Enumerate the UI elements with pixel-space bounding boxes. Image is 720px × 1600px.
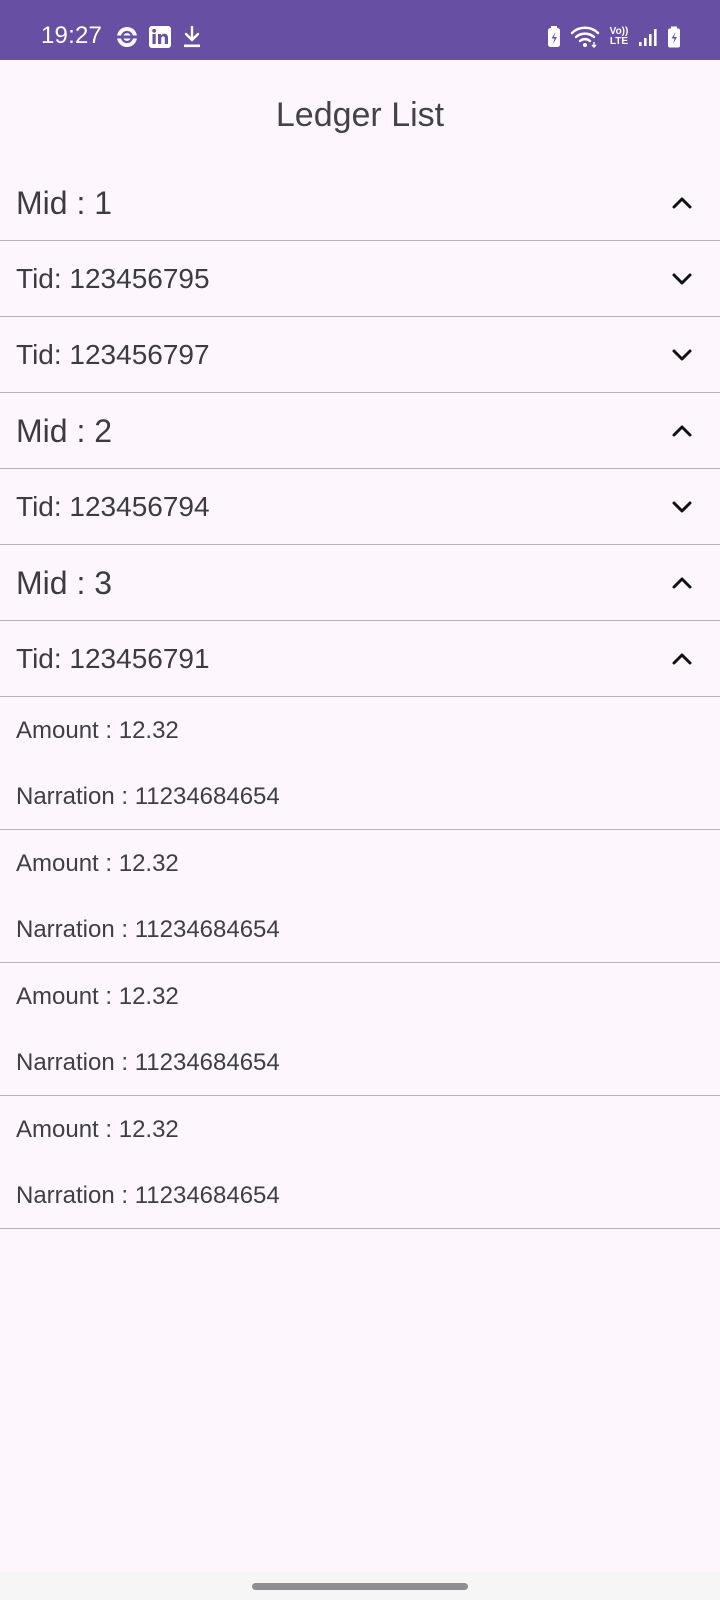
- entry-amount: Amount : 12.32: [16, 717, 179, 744]
- entry-narration: Narration : 11234684654: [16, 1182, 280, 1209]
- page-title: Ledger List: [275, 96, 445, 134]
- ledger-entry: Amount : 12.32 Narration : 11234684654: [0, 1096, 720, 1229]
- entry-amount: Amount : 12.32: [16, 850, 179, 877]
- wifi-icon: [570, 26, 600, 48]
- sync-icon: [117, 27, 137, 47]
- tid-label: Tid: 123456791: [16, 643, 210, 674]
- status-right-icons: Vo)) LTE: [546, 24, 682, 50]
- entry-narration: Narration : 11234684654: [16, 1049, 280, 1076]
- chevron-up-icon[interactable]: [668, 569, 696, 597]
- chevron-up-icon[interactable]: [668, 189, 696, 217]
- battery-saver-icon: [548, 26, 560, 47]
- chevron-up-icon[interactable]: [668, 645, 696, 673]
- ledger-entry: Amount : 12.32 Narration : 11234684654: [0, 963, 720, 1096]
- signal-icon: [639, 29, 657, 46]
- tid-header[interactable]: Tid: 123456795: [0, 241, 720, 317]
- volte-bottom-label: LTE: [609, 36, 629, 47]
- tid-header[interactable]: Tid: 123456797: [0, 317, 720, 393]
- entry-amount: Amount : 12.32: [16, 1116, 179, 1143]
- entry-narration: Narration : 11234684654: [16, 916, 280, 943]
- battery-charging-icon: [668, 26, 680, 48]
- chevron-up-icon[interactable]: [668, 417, 696, 445]
- entry-narration: Narration : 11234684654: [16, 783, 280, 810]
- ledger-entry: Amount : 12.32 Narration : 11234684654: [0, 697, 720, 830]
- mid-header[interactable]: Mid : 3: [0, 545, 720, 621]
- status-time: 19:27: [41, 22, 103, 49]
- mid-label: Mid : 3: [16, 565, 113, 601]
- linkedin-icon: [149, 26, 171, 48]
- gesture-handle[interactable]: [252, 1583, 468, 1590]
- chevron-down-icon[interactable]: [668, 265, 696, 293]
- chevron-down-icon[interactable]: [668, 341, 696, 369]
- tid-label: Tid: 123456794: [16, 491, 210, 522]
- tid-header[interactable]: Tid: 123456794: [0, 469, 720, 545]
- mid-header[interactable]: Mid : 2: [0, 393, 720, 469]
- tid-label: Tid: 123456797: [16, 339, 210, 370]
- volte-icon: Vo)) LTE: [608, 27, 630, 47]
- download-icon: [184, 25, 200, 48]
- mid-label: Mid : 1: [16, 185, 113, 221]
- ledger-list: Mid : 1 Tid: 123456795 Tid: 123456797 Mi…: [0, 165, 720, 1229]
- tid-header[interactable]: Tid: 123456791: [0, 621, 720, 697]
- mid-label: Mid : 2: [16, 413, 113, 449]
- mid-header[interactable]: Mid : 1: [0, 165, 720, 241]
- status-left-icons: [115, 24, 203, 50]
- tid-label: Tid: 123456795: [16, 263, 210, 294]
- ledger-entry: Amount : 12.32 Narration : 11234684654: [0, 830, 720, 963]
- entry-amount: Amount : 12.32: [16, 983, 179, 1010]
- chevron-down-icon[interactable]: [668, 493, 696, 521]
- status-bar: 19:27 Vo)) LTE: [0, 0, 720, 60]
